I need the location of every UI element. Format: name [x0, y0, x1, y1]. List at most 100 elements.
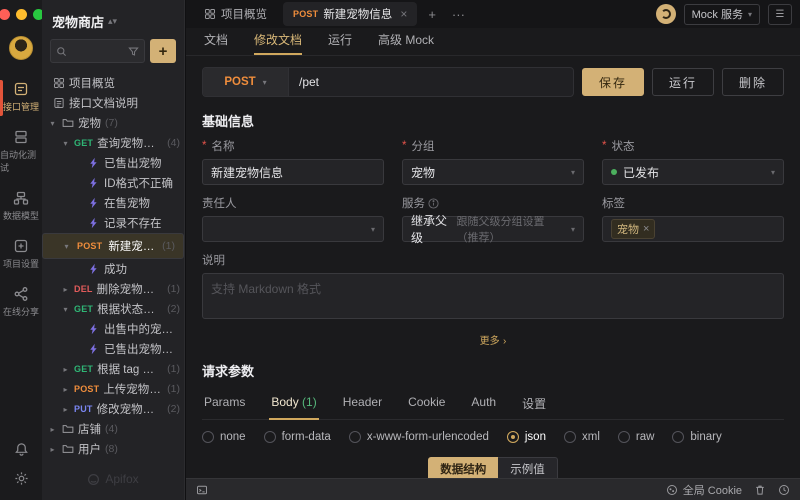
- request-params-title: 请求参数: [202, 361, 784, 380]
- data-structure-toggle[interactable]: 数据结构: [428, 457, 498, 478]
- tree-item-label: 修改宠物信息: [97, 401, 164, 417]
- new-tab-button[interactable]: +: [423, 7, 441, 22]
- folder-icon: [61, 423, 74, 435]
- sidebar-nav-item[interactable]: 项目概览: [42, 73, 184, 93]
- caret-icon[interactable]: ▸: [48, 445, 57, 454]
- console-icon[interactable]: [196, 484, 208, 496]
- tree-item[interactable]: 在售宠物: [42, 193, 184, 213]
- tree-item[interactable]: ▸店铺(4): [42, 419, 184, 439]
- filter-icon[interactable]: [128, 46, 139, 57]
- doc-tab-文档[interactable]: 文档: [204, 31, 228, 55]
- method-select[interactable]: POST▾: [203, 68, 289, 96]
- tags-input[interactable]: 宠物×: [602, 216, 784, 242]
- caret-icon[interactable]: ▾: [48, 119, 57, 128]
- mock-service-select[interactable]: Mock 服务▾: [684, 4, 760, 25]
- menu-button[interactable]: ☰: [768, 4, 792, 25]
- tree-item[interactable]: 已售出宠物列表: [42, 339, 184, 359]
- tree-item[interactable]: 成功: [42, 259, 184, 279]
- example-value-toggle[interactable]: 示例值: [498, 457, 558, 478]
- caret-icon[interactable]: ▾: [61, 139, 70, 148]
- remove-tag-icon[interactable]: ×: [643, 223, 649, 235]
- tree-item[interactable]: ▾GET查询宠物详情(4): [42, 133, 184, 153]
- mock-case-icon: [87, 197, 100, 209]
- cookie-icon: [666, 484, 678, 496]
- params-tab-Cookie[interactable]: Cookie: [406, 388, 447, 419]
- tree-item[interactable]: 出售中的宠物列表: [42, 319, 184, 339]
- search-icon: [56, 46, 67, 57]
- service-select[interactable]: 继承父级跟随父级分组设置（推荐）▾: [402, 216, 584, 242]
- save-button[interactable]: 保存: [582, 68, 644, 96]
- sidebar-nav-item[interactable]: 接口文档说明: [42, 93, 184, 113]
- user-avatar[interactable]: [9, 36, 33, 60]
- tree-item[interactable]: ▸GET根据 tag 查找宠物列表(1): [42, 359, 184, 379]
- tree-item[interactable]: 已售出宠物: [42, 153, 184, 173]
- name-input[interactable]: [211, 165, 375, 179]
- doc-tab-运行[interactable]: 运行: [328, 31, 352, 55]
- group-select[interactable]: 宠物▾: [402, 159, 584, 185]
- owner-select[interactable]: ▾: [202, 216, 384, 242]
- doc-tab-修改文档[interactable]: 修改文档: [254, 31, 302, 55]
- tab-project-overview[interactable]: 项目概览: [194, 0, 277, 28]
- tree-item[interactable]: ▸PUT修改宠物信息(2): [42, 399, 184, 419]
- tree-item[interactable]: ▾POST新建宠物信息(1): [42, 233, 184, 259]
- body-type-none[interactable]: none: [202, 431, 246, 443]
- more-link[interactable]: 更多 ›: [202, 332, 784, 347]
- delete-button[interactable]: 删除: [722, 68, 784, 96]
- tree-item[interactable]: ▾GET根据状态查找宠物列表(2): [42, 299, 184, 319]
- add-api-button[interactable]: +: [150, 39, 176, 63]
- tree-item[interactable]: ▸DEL删除宠物信息(1): [42, 279, 184, 299]
- tab-overflow-button[interactable]: ···: [447, 7, 470, 22]
- tree-item[interactable]: 记录不存在: [42, 213, 184, 233]
- caret-icon[interactable]: ▸: [61, 405, 70, 414]
- body-type-x-www-form-urlencoded[interactable]: x-www-form-urlencoded: [349, 431, 489, 443]
- caret-icon[interactable]: ▸: [61, 385, 70, 394]
- body-type-form-data[interactable]: form-data: [264, 431, 331, 443]
- gear-icon[interactable]: [14, 471, 29, 486]
- body-type-json[interactable]: json: [507, 431, 546, 443]
- grid-icon: [52, 77, 65, 89]
- minimize-window-button[interactable]: [16, 9, 27, 20]
- params-tab-Params[interactable]: Params: [202, 388, 247, 419]
- doc-tab-高级 Mock[interactable]: 高级 Mock: [378, 31, 434, 55]
- close-tab-icon[interactable]: ×: [400, 7, 407, 21]
- mock-case-icon: [87, 323, 100, 335]
- params-tab-设置[interactable]: 设置: [520, 388, 548, 419]
- rail-item-1[interactable]: 接口管理: [0, 74, 42, 122]
- tree-item-label: 已售出宠物: [104, 155, 162, 171]
- rail-item-2[interactable]: 自动化测试: [0, 122, 42, 183]
- tree-item[interactable]: ▾宠物(7): [42, 113, 184, 133]
- tag-chip[interactable]: 宠物×: [611, 219, 655, 239]
- trash-icon[interactable]: [754, 484, 766, 496]
- bell-icon[interactable]: [14, 442, 29, 457]
- caret-icon[interactable]: ▸: [48, 425, 57, 434]
- description-textarea[interactable]: [202, 273, 784, 319]
- method-badge: GET: [74, 138, 93, 148]
- body-type-binary[interactable]: binary: [672, 431, 721, 443]
- body-type-xml[interactable]: xml: [564, 431, 600, 443]
- body-type-raw[interactable]: raw: [618, 431, 655, 443]
- rail-item-3[interactable]: 数据模型: [0, 183, 42, 231]
- tab-active-endpoint[interactable]: POST 新建宠物信息 ×: [283, 2, 417, 26]
- help-badge-icon[interactable]: [656, 4, 676, 24]
- params-tab-Auth[interactable]: Auth: [469, 388, 498, 419]
- project-switcher[interactable]: 宠物商店 ▴▾: [42, 0, 184, 39]
- search-input[interactable]: [50, 39, 145, 63]
- params-tab-Body[interactable]: Body (1): [269, 388, 318, 419]
- caret-icon[interactable]: ▾: [62, 242, 71, 251]
- history-clock-icon[interactable]: [778, 484, 790, 496]
- tree-item[interactable]: ▸用户(8): [42, 439, 184, 459]
- tree-item[interactable]: ▸POST上传宠物图片(1): [42, 379, 184, 399]
- close-window-button[interactable]: [0, 9, 10, 20]
- rail-item-4[interactable]: 项目设置: [0, 231, 42, 279]
- global-cookie-button[interactable]: 全局 Cookie: [666, 482, 742, 498]
- run-button[interactable]: 运行: [652, 68, 714, 96]
- params-tab-Header[interactable]: Header: [341, 388, 384, 419]
- mock-case-icon: [87, 343, 100, 355]
- caret-icon[interactable]: ▸: [61, 285, 70, 294]
- caret-icon[interactable]: ▾: [61, 305, 70, 314]
- rail-item-5[interactable]: 在线分享: [0, 279, 42, 327]
- status-select[interactable]: 已发布▾: [602, 159, 784, 185]
- path-input[interactable]: [289, 68, 573, 96]
- tree-item[interactable]: ID格式不正确: [42, 173, 184, 193]
- caret-icon[interactable]: ▸: [61, 365, 70, 374]
